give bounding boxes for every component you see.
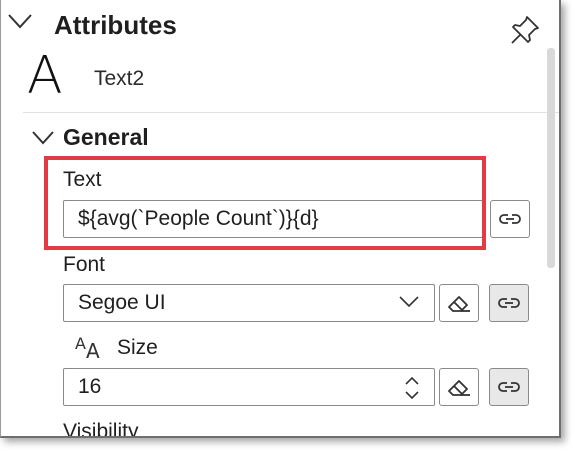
section-chevron-down-icon[interactable] <box>31 130 55 146</box>
link-icon <box>496 294 522 312</box>
size-label: Size <box>117 336 158 359</box>
pin-icon[interactable] <box>509 14 541 46</box>
highlight-box <box>44 156 486 250</box>
size-input[interactable]: 16 <box>63 368 435 406</box>
font-select-value: Segoe UI <box>78 291 166 314</box>
size-clear-button[interactable] <box>439 368 479 406</box>
section-title-general: General <box>63 124 149 150</box>
visibility-label: Visibility <box>63 420 139 438</box>
link-icon <box>496 378 522 396</box>
attributes-panel: Attributes A Text2 General Text ${avg(`P… <box>0 0 561 438</box>
font-clear-button[interactable] <box>439 284 479 322</box>
font-select[interactable]: Segoe UI <box>63 284 435 322</box>
eraser-icon <box>446 376 472 398</box>
font-label: Font <box>63 253 106 276</box>
link-icon <box>497 210 523 228</box>
size-bind-button[interactable] <box>489 368 529 406</box>
text-bind-button[interactable] <box>490 200 530 238</box>
eraser-icon <box>446 292 472 314</box>
spinner-arrows-icon[interactable] <box>404 375 420 401</box>
svg-text:A: A <box>86 339 100 360</box>
panel-title: Attributes <box>54 10 177 40</box>
font-bind-button[interactable] <box>489 284 529 322</box>
divider <box>23 112 559 113</box>
font-size-icon: A A <box>75 334 105 360</box>
collapse-chevron-icon[interactable] <box>7 12 33 32</box>
element-name: Text2 <box>94 67 145 90</box>
element-type-icon: A <box>27 46 63 106</box>
chevron-down-icon <box>398 295 420 309</box>
size-value: 16 <box>78 375 102 398</box>
scrollbar[interactable] <box>547 48 555 268</box>
svg-text:A: A <box>75 334 86 353</box>
